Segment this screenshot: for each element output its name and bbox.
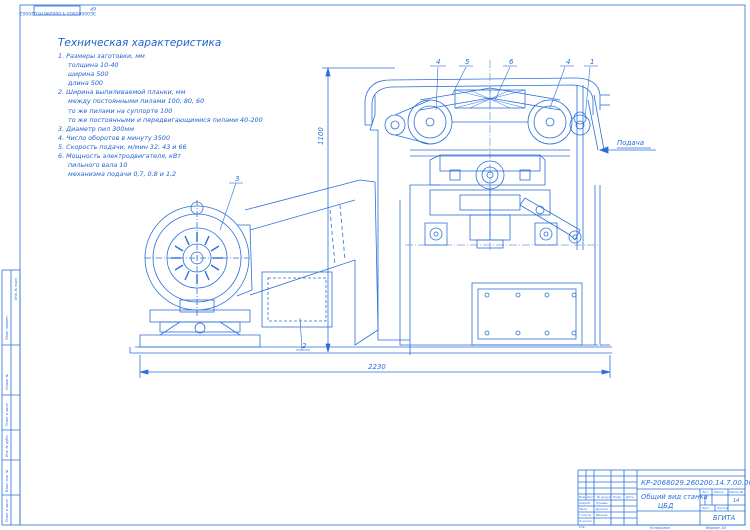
callout-2: 2 (302, 342, 307, 350)
col-doc: № докум. (596, 495, 612, 499)
col-list: Лист (586, 495, 595, 499)
technical-specification: Техническая характеристика 1. Размеры за… (58, 37, 328, 179)
spec-line: 2. Ширина выпиливаемой планки, мм (58, 88, 186, 97)
drawing-code: КР-2068029.260200.14.7.00.000ВО (641, 479, 750, 487)
margin-label-3: Подп. и дата (5, 404, 9, 426)
waste-chute (261, 271, 333, 328)
footer-right: Формат А3 (706, 526, 726, 530)
spec-line: то же пилами на суппорте 100 (68, 106, 173, 115)
spec-line: между постоянными пилами 100, 80, 60 (68, 97, 205, 106)
spec-line: 1. Размеры заготовки, мм (58, 52, 145, 60)
dimension-height (322, 67, 395, 353)
bearing-right (534, 222, 558, 246)
inclined-housing (244, 179, 379, 346)
row-tkontr: Т.контр. (579, 513, 592, 517)
base-plate (471, 282, 583, 346)
spec-line: пильного вала 10 (68, 161, 128, 170)
lists-label: Листов (716, 506, 728, 510)
callout-4b: 4 (566, 58, 570, 66)
electric-motor (139, 200, 261, 348)
dimension-length-label: 2230 (368, 363, 386, 371)
lit-label: Лит. (701, 490, 709, 494)
spec-line: толщина 10-40 (68, 61, 119, 70)
spec-line: то же постоянными и передвигающимися пил… (68, 115, 263, 124)
linkage-arm (519, 197, 582, 244)
col-sign: Подп. (613, 495, 622, 499)
col-izm: Изм. (579, 495, 586, 499)
spec-line: 6. Мощность электродвигателя, кВт (58, 152, 181, 161)
callout-6: 6 (509, 58, 514, 66)
sheet-number: 14 (733, 498, 739, 504)
spec-title: Техническая характеристика (58, 37, 222, 49)
drawing-name-2: ЦБД (658, 502, 673, 510)
spec-line: 5. Скорость подачи, м/мин 32, 43 и 66 (58, 142, 187, 151)
callout-5: 5 (465, 58, 470, 66)
bearing-left (424, 222, 448, 246)
list-label: Лист (701, 506, 710, 510)
margin-label-4: Инв. № дубл. (5, 434, 9, 457)
row-nkontr: Н.контр. (579, 519, 592, 523)
margin-label-2: Справ. № (5, 373, 9, 390)
organization: БГИТА (713, 514, 736, 522)
margin-label-7: Инв. № подл. (14, 277, 18, 300)
spec-line: механизма подачи 0,7, 0,8 и 1,2 (68, 170, 177, 179)
spec-line: 4. Число оборотов в минуту 3500 (58, 133, 170, 142)
name-2: Дулина (595, 507, 608, 511)
callout-4a: 4 (436, 58, 440, 66)
margin-label-5: Взам. инв. № (5, 469, 9, 492)
name-1: Лунёва (595, 501, 608, 505)
drawing-name-1: Общий вид станка (641, 493, 708, 501)
mass-label: Масса (714, 490, 724, 494)
feed-arrow (598, 146, 656, 154)
margin-label-6: Подп. и дата (5, 500, 9, 522)
callout-1: 1 (590, 58, 594, 66)
row-razrab: Разраб. (579, 501, 591, 505)
col-date: Дата (625, 495, 634, 499)
scale-label: Масштаб (729, 490, 743, 494)
footer-left: Копировал (650, 526, 671, 530)
spec-line: ширина 500 (68, 70, 109, 79)
name-3: Иванов (596, 513, 608, 517)
row-utv: Утв. (579, 525, 585, 529)
stamp-text: ЭЕ00001003.Ч.00029676.020002-бР (18, 5, 96, 16)
spec-line: 3. Диаметр пил 300мм (58, 124, 135, 133)
margin-label-1: Перв. примен. (5, 315, 9, 340)
feed-label: Подача (617, 139, 644, 147)
row-prov: Пров. (579, 507, 588, 511)
spec-line: длина 500 (68, 79, 103, 88)
feed-rod (573, 85, 605, 250)
